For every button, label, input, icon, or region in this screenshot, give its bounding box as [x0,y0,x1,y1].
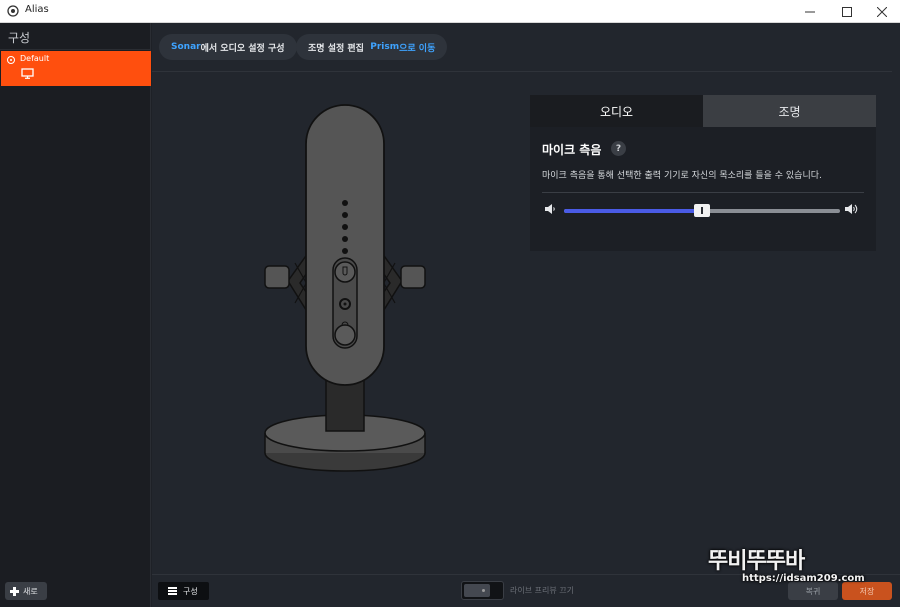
prism-button-suffix: 으로 이동 [399,43,436,54]
minimize-button[interactable] [792,0,828,23]
maximize-icon [842,6,852,17]
microphone-illustration [264,104,426,472]
panel-divider [542,192,864,193]
sidetone-slider[interactable] [564,204,840,217]
tab-audio[interactable]: 오디오 [530,95,703,127]
title-bar: Alias [0,0,900,23]
sidebar-divider [0,49,151,50]
monitor-icon [21,68,34,79]
sidebar: 구성 Default 새로 [0,23,151,607]
window-title: Alias [25,4,49,15]
sonar-audio-button[interactable]: Sonar 에서 오디오 설정 구성 [159,34,297,60]
selected-radio-icon [7,56,15,64]
sidebar-item-default[interactable]: Default [1,51,151,86]
volume-low-icon [545,204,555,214]
config-list-button[interactable]: 구성 [158,582,209,600]
prism-lighting-button[interactable]: 조명 설정 편집 Prism 으로 이동 [296,34,448,60]
plus-icon [10,586,19,596]
sidetone-title: 마이크 측음 [542,143,602,157]
minimize-icon [805,11,815,12]
live-preview-label: 라이브 프리뷰 끄기 [510,586,574,595]
top-divider [152,71,892,72]
help-icon[interactable]: ? [611,141,626,156]
watermark-url: https://idsam209.com [742,573,865,584]
new-config-label: 새로 [23,586,38,596]
save-button[interactable]: 저장 [842,582,892,600]
maximize-button[interactable] [829,0,865,23]
prism-button-prefix: 조명 설정 편집 [308,43,364,54]
watermark-logo: 뚜비뚜뚜바 [708,549,805,574]
close-icon [877,6,887,17]
slider-fill [564,209,702,213]
new-config-button[interactable]: 새로 [5,582,47,600]
reset-button[interactable]: 복귀 [788,582,838,600]
volume-high-icon [845,204,858,214]
tab-lighting[interactable]: 조명 [703,95,876,127]
sonar-link-text: Sonar [171,42,201,52]
slider-thumb[interactable] [694,204,710,217]
main-area: Sonar에서 오디오 설정 구성 조명 설정 편집 Prism으로 이동 [152,23,900,607]
app-logo-icon [7,5,19,17]
sonar-button-text: 에서 오디오 설정 구성 [200,43,285,54]
sidetone-description: 마이크 측음을 통해 선택한 출력 기기로 자신의 목소리를 들을 수 있습니다… [542,171,822,181]
config-name: Default [20,54,50,63]
toggle-knob [464,584,490,597]
list-icon [168,587,177,595]
config-button-label: 구성 [183,586,198,596]
live-preview-toggle[interactable] [461,581,504,600]
prism-link-text: Prism [370,42,400,52]
close-button[interactable] [864,0,900,23]
sidebar-header: 구성 [8,31,31,45]
settings-panel: 오디오 조명 마이크 측음 ? 마이크 측음을 통해 선택한 출력 기기로 자신… [530,95,876,251]
